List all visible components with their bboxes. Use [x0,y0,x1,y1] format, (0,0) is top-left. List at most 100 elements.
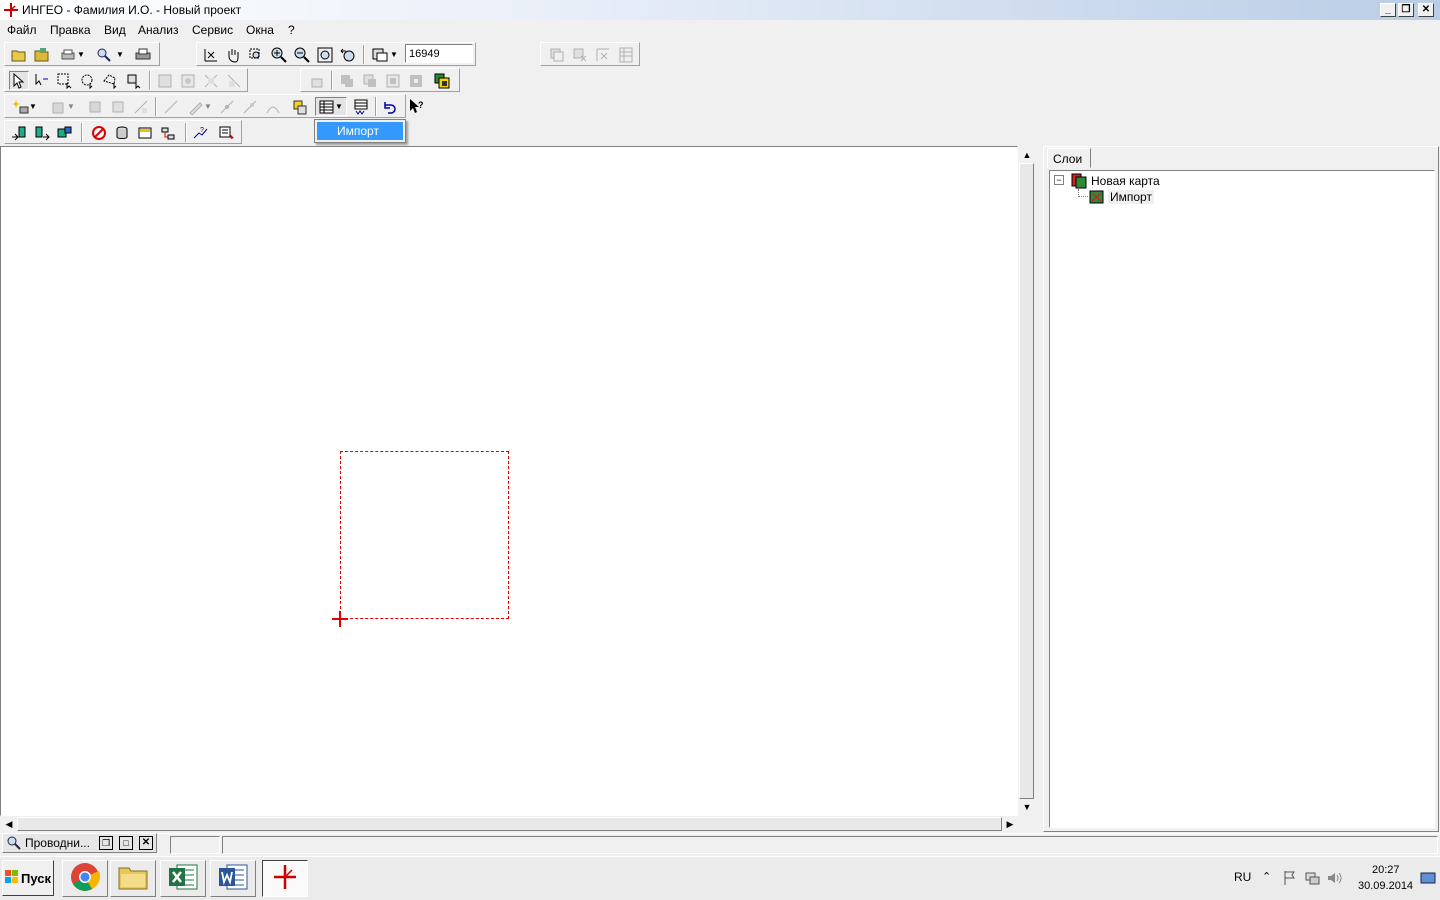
union-icon[interactable] [337,71,357,90]
layer-table-icon[interactable] [616,45,636,64]
undo-icon[interactable] [379,97,399,116]
scale-icon[interactable] [131,97,151,116]
save-project-icon[interactable] [32,45,52,64]
stop-icon[interactable] [89,123,109,142]
select-rect-icon[interactable] [55,71,75,90]
scale-dropdown-icon[interactable]: ▼ [369,45,401,64]
dropdown-item-import[interactable]: Импорт [317,122,403,140]
explorer-minimized-window[interactable]: Проводни... ❐ □ ✕ [2,833,157,853]
find-dropdown-icon[interactable]: ▼ [93,45,127,64]
split-icon[interactable] [224,71,244,90]
import-arrow-icon[interactable] [9,123,29,142]
layer-properties-icon[interactable] [432,71,452,90]
table-dropdown-icon[interactable]: ▼ [315,97,347,116]
coordinates-icon[interactable] [201,45,221,64]
scroll-down-icon[interactable]: ▼ [1019,799,1035,815]
taskbar-ingeo[interactable] [262,860,308,897]
clock-date[interactable]: 30.09.2014 [1358,880,1413,892]
edit-object-dropdown-icon[interactable]: ▼ [47,97,79,116]
scroll-right-icon[interactable]: ▶ [1002,816,1018,832]
intersect-icon[interactable] [360,71,380,90]
ungroup-icon[interactable] [178,71,198,90]
maximize-icon[interactable]: □ [119,836,133,850]
tree-item-import[interactable]: Импорт [1108,190,1154,204]
add-node-icon[interactable] [217,97,237,116]
volume-icon[interactable] [1326,870,1342,889]
flag-icon[interactable] [1282,870,1298,889]
restore-icon[interactable]: ❐ [99,836,113,850]
copy-attributes-icon[interactable] [290,97,310,116]
taskbar-explorer[interactable] [110,860,156,897]
xor-icon[interactable] [406,71,426,90]
menu-help[interactable]: ? [288,23,295,37]
menu-analysis[interactable]: Анализ [138,23,179,37]
new-object-dropdown-icon[interactable]: ▼ [9,97,41,116]
menu-view[interactable]: Вид [104,23,126,37]
smooth-icon[interactable] [263,97,283,116]
start-button[interactable]: Пуск [2,860,54,896]
select-by-object-icon[interactable] [124,71,144,90]
node-edit-icon[interactable] [161,97,181,116]
language-indicator[interactable]: RU [1234,870,1251,884]
zoom-out-icon[interactable] [292,45,312,64]
taskbar-excel[interactable] [160,860,206,897]
printer-icon[interactable] [133,45,153,64]
vertical-scroll-thumb[interactable] [1019,163,1034,799]
group-icon[interactable] [155,71,175,90]
menu-windows[interactable]: Окна [246,23,274,37]
layer-delete-icon[interactable] [570,45,590,64]
draw-line-dropdown-icon[interactable]: ▼ [184,97,216,116]
cut-icon[interactable] [307,71,327,90]
delete-node-icon[interactable] [240,97,260,116]
context-help-icon[interactable]: ? [406,96,426,115]
taskbar-word[interactable] [210,860,256,897]
scale-input[interactable] [405,44,473,63]
menu-file[interactable]: Файл [7,23,37,37]
legend-icon[interactable] [135,123,155,142]
move-icon[interactable] [85,97,105,116]
convert-icon[interactable] [55,123,75,142]
layer-copy-icon[interactable] [547,45,567,64]
tab-layers[interactable]: Слои [1047,148,1091,168]
print-dropdown-icon[interactable]: ▼ [59,45,87,64]
map-canvas[interactable] [0,146,1018,816]
clock-time[interactable]: 20:27 [1372,864,1400,876]
select-circle-icon[interactable] [78,71,98,90]
restore-button[interactable]: ❐ [1398,3,1414,17]
database-icon[interactable] [112,123,132,142]
scroll-up-icon[interactable]: ▲ [1019,147,1035,163]
close-button[interactable]: ✕ [1418,3,1434,17]
zoom-extent-icon[interactable] [315,45,335,64]
close-icon[interactable]: ✕ [139,836,153,850]
subtract-icon[interactable] [383,71,403,90]
scroll-left-icon[interactable]: ◀ [1,816,17,832]
semantics-icon[interactable] [351,97,371,116]
taskbar-chrome[interactable] [62,860,108,897]
horizontal-scroll-thumb[interactable] [17,817,1002,831]
menu-service[interactable]: Сервис [192,23,233,37]
rotate-icon[interactable] [108,97,128,116]
select-arrow-icon[interactable] [9,71,29,90]
query-icon[interactable]: ? [191,123,211,142]
zoom-previous-icon[interactable] [338,45,358,64]
layer-filter-icon[interactable] [593,45,613,64]
menu-edit[interactable]: Правка [50,23,91,37]
report-icon[interactable] [217,123,237,142]
network-icon[interactable] [158,123,178,142]
show-hidden-icons-icon[interactable]: ⌃ [1262,870,1271,883]
svg-text:?: ? [200,127,204,134]
show-desktop-icon[interactable] [1420,870,1436,889]
tree-item-new-map[interactable]: Новая карта [1091,174,1160,188]
minimize-button[interactable]: _ [1380,3,1396,17]
zoom-in-icon[interactable] [269,45,289,64]
pan-hand-icon[interactable] [223,45,243,64]
select-edit-icon[interactable] [32,71,52,90]
network-tray-icon[interactable] [1304,870,1320,889]
zoom-window-icon[interactable] [246,45,266,64]
tree-collapse-icon[interactable]: − [1054,175,1064,185]
export-arrow-icon[interactable] [32,123,52,142]
merge-icon[interactable] [201,71,221,90]
crosshair-cursor-icon [331,610,349,628]
open-project-icon[interactable] [9,45,29,64]
select-polygon-icon[interactable] [101,71,121,90]
